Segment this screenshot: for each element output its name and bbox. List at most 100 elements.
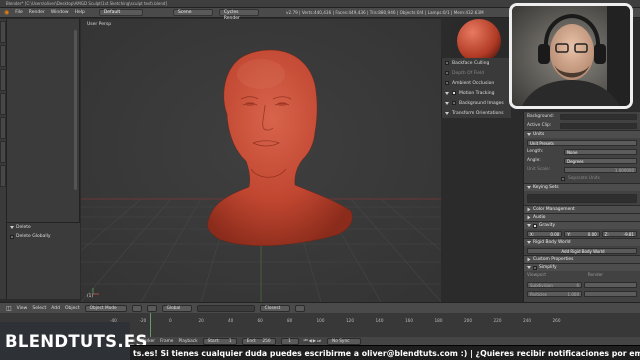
gravity-x-field[interactable]: X: 0.00 [527,230,563,237]
expand-icon[interactable] [445,111,449,115]
menu-help[interactable]: Help [75,10,85,15]
tab-extra[interactable] [0,165,6,187]
menu-select[interactable]: Select [32,306,46,311]
motion-tracking-row[interactable]: Motion Tracking [442,88,511,98]
backface-culling-row[interactable]: Backface Culling [442,58,511,68]
simplify-header[interactable]: Simplify [524,263,640,271]
length-dropdown[interactable]: None [564,148,637,155]
delete-globally-row[interactable]: Delete Globally [7,232,80,241]
end-frame-field[interactable]: End: 250 [241,337,276,345]
separate-units-checkbox[interactable] [561,176,565,181]
scene-selector[interactable]: Scene [172,9,213,16]
expand-icon [527,207,531,212]
menu-window[interactable]: Window [51,10,69,15]
current-frame-line[interactable] [150,313,151,337]
render-particles-field[interactable] [584,290,637,297]
separate-units-row[interactable]: Separate Units [524,174,640,183]
keying-sets-field[interactable] [527,193,637,203]
layout-selector[interactable]: Default [98,9,143,16]
background-scene-field[interactable] [560,113,637,120]
active-clip-field[interactable] [560,122,637,129]
menu-playback[interactable]: Playback [178,339,197,344]
tab-physics[interactable] [0,117,6,139]
tool-shelf-scrollbar[interactable] [74,30,77,190]
mode-selector[interactable]: Object Mode [84,304,127,312]
menu-object[interactable]: Object [65,306,80,311]
snap-target-selector[interactable]: Closest [259,304,290,312]
start-frame-field[interactable]: Start: 1 [202,337,237,345]
particles-field[interactable]: Particles 1.000 [527,290,582,297]
menu-file[interactable]: File [15,10,23,15]
unit-scale-row[interactable]: Unit Scale: 1.000000 [524,165,640,174]
color-management-header[interactable]: Color Management [524,205,640,213]
sync-mode-selector[interactable]: No Sync [326,337,361,345]
matcap-preview[interactable] [453,19,509,63]
keying-sets-header[interactable]: Keying Sets [524,183,640,191]
layers-selector[interactable] [196,304,255,312]
backface-culling-checkbox[interactable] [445,61,449,65]
active-clip-row[interactable]: Active Clip: [524,121,640,130]
editor-type-icon[interactable]: ◫ [6,305,12,312]
unit-presets-dropdown[interactable]: Unit Presets [527,139,637,146]
keying-sets-list[interactable] [524,191,640,205]
menu-add[interactable]: Add [51,306,60,311]
timeline-tick-label: 180 [434,318,443,323]
pivot-selector[interactable] [146,304,157,312]
render-subdivision-field[interactable] [584,281,637,288]
unit-scale-field[interactable]: 1.000000 [564,166,637,173]
tab-tools[interactable] [0,21,6,43]
unit-presets-row[interactable]: Unit Presets [524,138,640,147]
depth-of-field-row[interactable]: Depth Of Field [442,68,511,78]
expand-icon[interactable] [445,101,449,105]
transform-orientations-row[interactable]: Transform Orientations [442,108,511,118]
gravity-header[interactable]: Gravity [524,221,640,229]
depth-of-field-checkbox[interactable] [445,71,449,75]
tab-animation[interactable] [0,93,6,115]
blender-logo-icon[interactable]: ◉ [4,9,9,16]
operator-panel: Delete Delete Globally [7,222,80,299]
angle-row[interactable]: Angle: Degrees [524,156,640,165]
length-row[interactable]: Length: None [524,147,640,156]
audio-header[interactable]: Audio [524,213,640,221]
particles-label: Particles [530,291,547,297]
subdivision-value: 6 [576,282,579,288]
ambient-occlusion-row[interactable]: Ambient Occlusion [442,78,511,88]
orientation-selector[interactable]: Global [161,304,192,312]
units-header[interactable]: Units [524,130,640,138]
custom-properties-header[interactable]: Custom Properties [524,255,640,263]
expand-icon [527,215,531,220]
current-frame-field[interactable]: 1 [280,337,299,345]
collapse-icon[interactable] [10,226,14,229]
timeline-tick-label: 200 [464,318,472,323]
playback-controls[interactable]: ⏮◀▶⏭ [304,339,322,344]
simplify-checkbox[interactable] [533,265,537,270]
background-images-checkbox[interactable] [452,101,456,105]
particles-value: 1.000 [567,291,579,297]
3d-viewport[interactable] [81,19,441,302]
tab-relations[interactable] [0,69,6,91]
render-preview-button[interactable] [294,304,305,312]
viewport-canvas[interactable] [81,19,441,302]
menu-frame[interactable]: Frame [160,339,173,344]
matcap-sphere [457,19,501,63]
render-engine-selector[interactable]: Cycles Render [218,9,259,21]
menu-view[interactable]: View [17,306,28,311]
shading-selector[interactable] [131,304,142,312]
tab-grease-pencil[interactable] [0,141,6,163]
expand-icon[interactable] [445,91,449,95]
gravity-checkbox[interactable] [533,223,537,228]
background-scene-row[interactable]: Background: [524,112,640,121]
gravity-y-field[interactable]: Y: 0.00 [564,230,600,237]
rigid-body-header[interactable]: Rigid Body World [524,238,640,246]
background-images-row[interactable]: Background Images [442,98,511,108]
gravity-z-field[interactable]: Z: -9.81 [601,230,637,237]
tab-create[interactable] [0,45,6,67]
motion-tracking-checkbox[interactable] [452,91,456,95]
length-label: Length: [527,149,544,154]
ambient-occlusion-checkbox[interactable] [445,81,449,85]
menu-render[interactable]: Render [29,10,45,15]
delete-globally-checkbox[interactable] [10,234,14,239]
angle-dropdown[interactable]: Degrees [564,157,637,164]
add-rigid-body-world-button[interactable]: Add Rigid Body World [527,247,637,254]
subdivision-field[interactable]: Subdivision 6 [527,281,582,288]
